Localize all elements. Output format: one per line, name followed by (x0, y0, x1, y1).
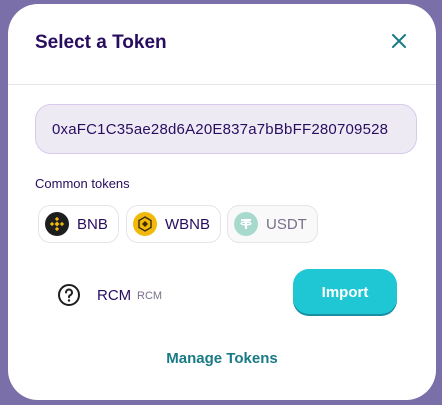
manage-tokens-link[interactable]: Manage Tokens (8, 350, 436, 367)
modal-title: Select a Token (35, 32, 167, 53)
bnb-icon (45, 212, 69, 236)
select-token-modal: Select a Token 0xaFC1C35ae28d6A20E837a7b… (8, 4, 436, 400)
close-icon (392, 34, 406, 48)
common-tokens-label: Common tokens (35, 176, 130, 191)
found-token-symbol: RCM (97, 287, 132, 304)
modal-header: Select a Token (8, 4, 436, 85)
help-icon (57, 283, 81, 307)
common-token-wbnb-label: WBNB (165, 215, 210, 233)
found-token-name: RCM (137, 290, 163, 302)
common-token-wbnb[interactable]: WBNB (126, 205, 221, 243)
token-search-input[interactable]: 0xaFC1C35ae28d6A20E837a7bBbFF280709528 (35, 104, 417, 154)
import-button[interactable]: Import (293, 269, 397, 316)
common-token-bnb[interactable]: BNB (38, 205, 119, 243)
close-button[interactable] (388, 30, 410, 52)
common-token-bnb-label: BNB (77, 215, 108, 233)
common-token-usdt-label: USDT (266, 215, 307, 233)
common-token-usdt[interactable]: USDT (227, 205, 318, 243)
wbnb-icon (133, 212, 157, 236)
usdt-icon (234, 212, 258, 236)
token-search-value: 0xaFC1C35ae28d6A20E837a7bBbFF280709528 (52, 120, 389, 138)
